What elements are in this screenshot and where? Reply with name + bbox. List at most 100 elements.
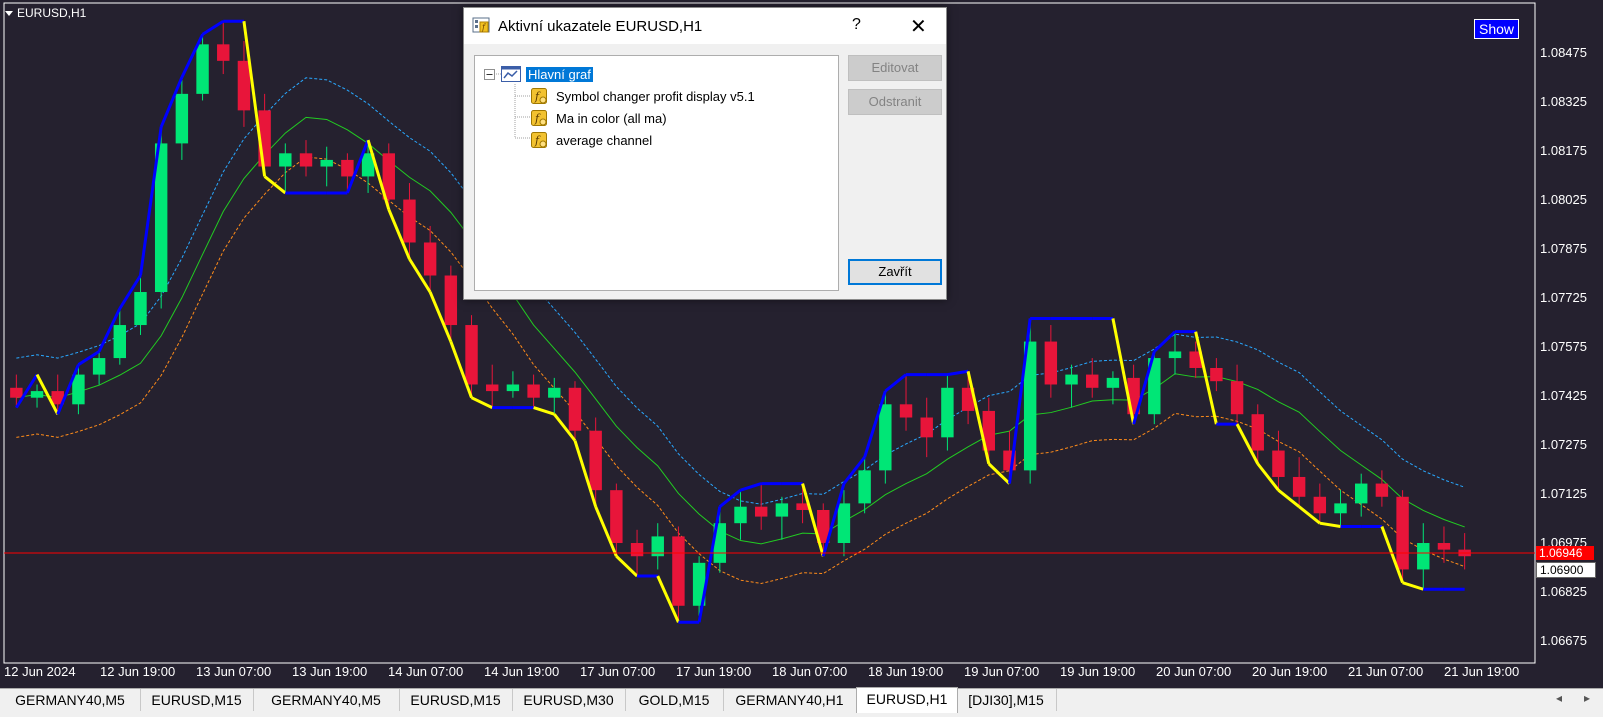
trend-line-segment [470,396,493,409]
candle-body [1396,496,1409,570]
chart-tab[interactable]: EURUSD,H1 [856,687,958,713]
candle-body [589,430,602,491]
chart-tab[interactable]: EURUSD,M15 [140,689,254,711]
chart-tab[interactable]: GERMANY40,M5 [253,689,400,711]
candle-body [1354,483,1368,504]
candle-body [1375,483,1389,497]
trend-line-segment [740,482,762,492]
candle-body [1417,543,1430,570]
time-tick-label: 20 Jun 07:00 [1156,664,1232,679]
candle-body [30,391,44,398]
time-tick-label: 18 Jun 07:00 [772,664,848,679]
custom-indicator-icon: f [531,88,547,104]
time-tick-label: 13 Jun 19:00 [292,664,368,679]
active-indicators-dialog: f Aktivní ukazatele EURUSD,H1 ? ✕ Hlavní… [463,7,947,300]
bid-price-tag: 1.06900 [1536,562,1596,578]
custom-indicator-icon: f [531,132,547,148]
chart-tab[interactable]: GERMANY40,H1 [723,689,857,711]
price-tick-label: 1.07725 [1540,290,1587,305]
close-icon[interactable]: ✕ [910,14,927,39]
indicator-item[interactable]: f average channel [531,131,652,149]
time-tick-label: 14 Jun 07:00 [388,664,464,679]
candle-body [941,387,954,438]
candle-body [1210,367,1223,382]
candle-body [1437,543,1451,550]
show-button[interactable]: Show [1474,19,1520,39]
candle-body [299,153,313,167]
price-tick-label: 1.08025 [1540,192,1587,207]
trend-line-segment [884,373,907,393]
trend-line-segment [1319,521,1341,528]
price-tick-label: 1.07425 [1540,388,1587,403]
candle-body [630,543,644,557]
time-tick-label: 12 Jun 19:00 [100,664,176,679]
edit-button[interactable]: Editovat [848,55,942,81]
indicator-item[interactable]: f Symbol changer profit display v5.1 [531,87,755,105]
indicator-name: Ma in color (all ma) [556,110,667,126]
tab-scroll-right-icon[interactable]: ▸ [1584,691,1590,705]
chart-tab[interactable]: GERMANY40,M5 [0,689,141,711]
candle-body [196,44,209,94]
time-tick-label: 19 Jun 19:00 [1060,664,1136,679]
dialog-title: Aktivní ukazatele EURUSD,H1 [498,18,703,35]
tree-root[interactable]: Hlavní graf [484,65,593,83]
candle-body [237,60,251,111]
time-tick-label: 17 Jun 07:00 [580,664,656,679]
candle-body [10,387,23,398]
candle-body [734,506,747,524]
candle-body [465,325,478,385]
candle-body [858,470,871,504]
dialog-titlebar[interactable]: f Aktivní ukazatele EURUSD,H1 ? ✕ [464,8,946,44]
price-tick-label: 1.08175 [1540,143,1587,158]
candle-body [1313,496,1327,514]
candle-body [548,387,561,398]
help-button[interactable]: ? [852,16,861,34]
indicator-item[interactable]: f Ma in color (all ma) [531,109,667,127]
indicator-tree[interactable]: Hlavní graf f Symbol changer profit displ… [474,55,839,291]
time-tick-label: 13 Jun 07:00 [196,664,272,679]
candle-body [506,384,520,392]
candle-body [1065,374,1078,385]
indicators-app-icon: f [472,17,490,33]
chart-tab[interactable]: [DJI30],M15 [956,689,1057,711]
candle-body [175,93,189,144]
price-tick-label: 1.07125 [1540,486,1587,501]
candle-body [1106,377,1120,388]
chart-tab[interactable]: GOLD,M15 [625,689,724,711]
candle-body [403,199,416,243]
tree-root-label[interactable]: Hlavní graf [526,66,593,82]
trend-line-segment [1402,581,1424,591]
indicator-name: Symbol changer profit display v5.1 [556,88,755,104]
price-tick-label: 1.07275 [1540,437,1587,452]
time-tick-label: 21 Jun 07:00 [1348,664,1424,679]
candle-body [775,503,789,517]
candle-body [134,292,147,326]
candle-body [879,404,892,471]
symbol-text: EURUSD,H1 [17,6,87,20]
candle-body [486,384,499,392]
candle-body [672,536,685,606]
candle-body [423,242,437,276]
price-tick-label: 1.07575 [1540,339,1587,354]
tab-scroll-left-icon[interactable]: ◂ [1556,691,1562,705]
time-tick-label: 19 Jun 07:00 [964,664,1040,679]
dropdown-triangle-icon[interactable] [5,10,13,16]
remove-button[interactable]: Odstranit [848,89,942,115]
collapse-icon[interactable] [484,68,495,80]
candle-body [1292,476,1306,497]
custom-indicator-icon: f [531,110,547,126]
price-tick-label: 1.06675 [1540,633,1587,648]
price-tick-label: 1.08325 [1540,94,1587,109]
candle-body [1251,414,1264,451]
trend-line-segment [1153,330,1177,353]
symbol-label[interactable]: EURUSD,H1 [5,6,86,20]
price-tick-label: 1.07875 [1540,241,1587,256]
trend-line-segment [1111,318,1136,425]
candle-body [899,404,913,418]
candle-body [444,275,458,326]
chart-tab[interactable]: EURUSD,M15 [399,689,513,711]
candle-body [1086,374,1099,388]
close-dialog-button[interactable]: Zavřít [848,259,942,285]
chart-tab[interactable]: EURUSD,M30 [512,689,626,711]
candle-body [1230,381,1244,415]
